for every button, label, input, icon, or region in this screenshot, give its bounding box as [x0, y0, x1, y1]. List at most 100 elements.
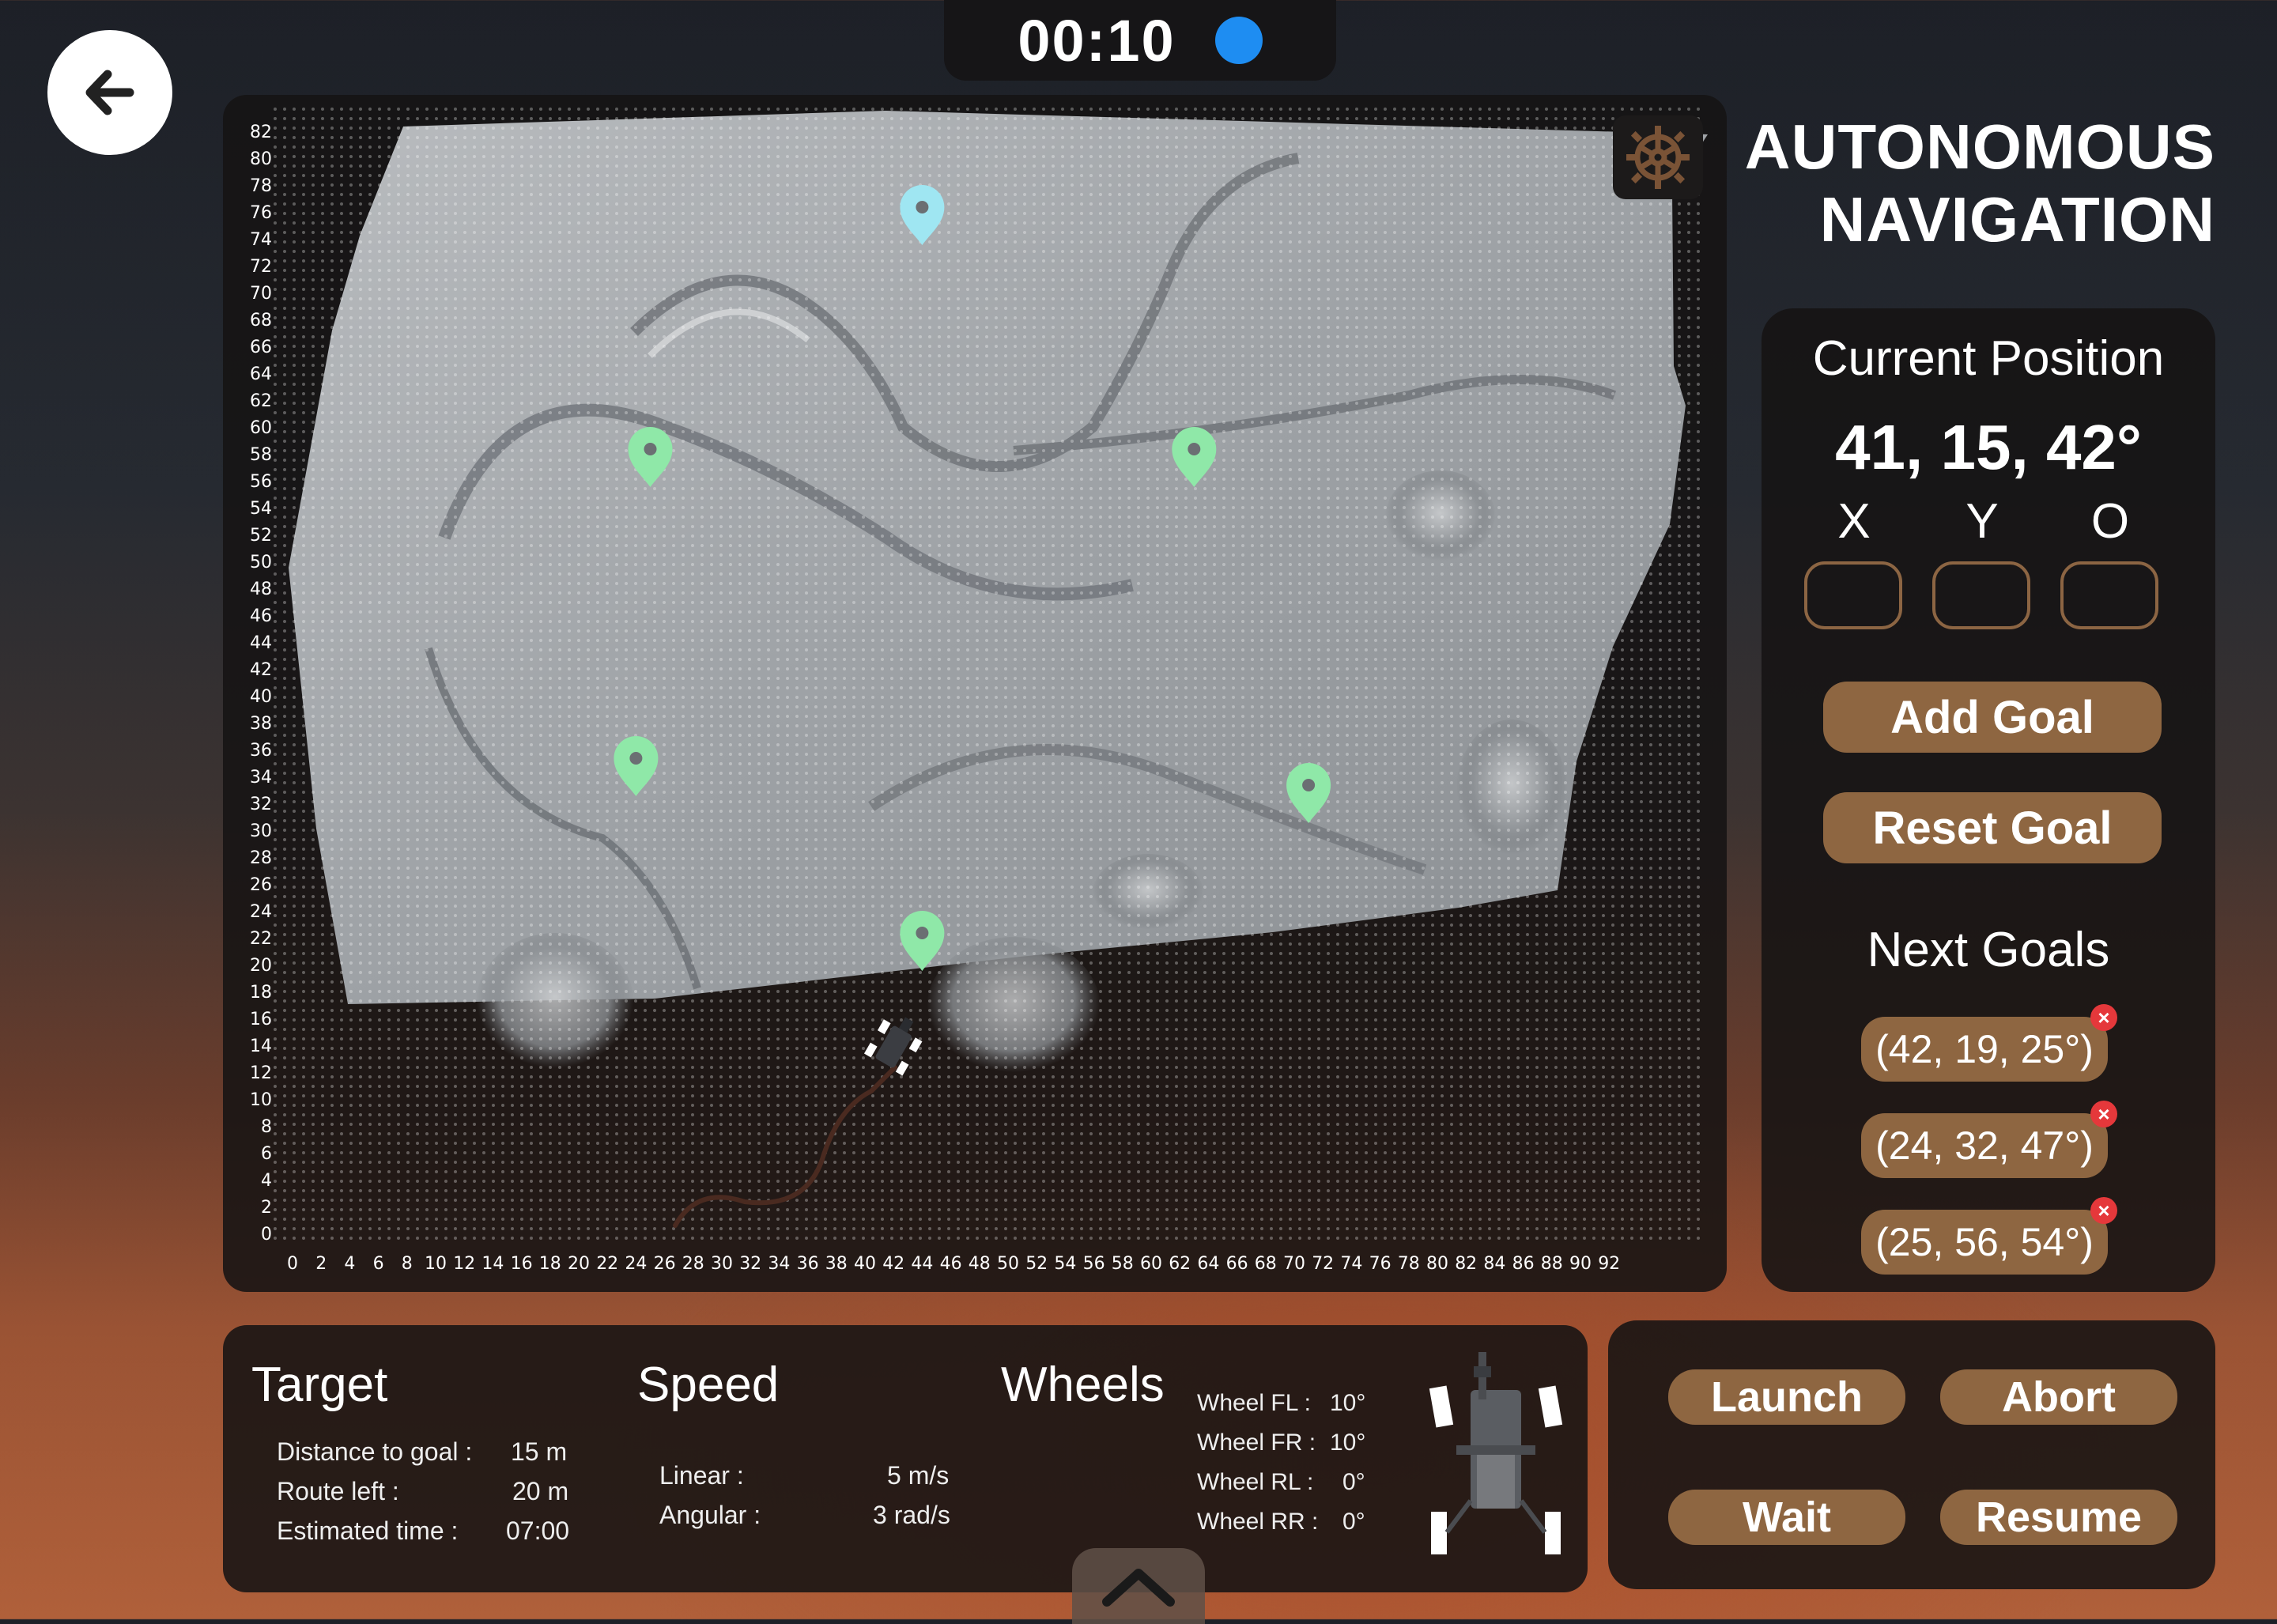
- page-title: AUTONOMOUS NAVIGATION: [1725, 111, 2215, 256]
- y-tick-label: 26: [250, 875, 272, 895]
- arrow-left-icon: [85, 70, 134, 115]
- axis-y-label: Y: [1965, 494, 1999, 549]
- settings-button[interactable]: [1613, 115, 1703, 199]
- route-label: Route left :: [277, 1477, 399, 1505]
- remove-goal-icon[interactable]: ×: [2090, 1004, 2117, 1031]
- x-tick-label: 48: [968, 1254, 991, 1274]
- remove-goal-icon[interactable]: ×: [2090, 1197, 2117, 1224]
- wheel-rl-value: 0°: [1342, 1469, 1365, 1495]
- rover-diagram-icon: [1429, 1352, 1563, 1554]
- x-tick-label: 18: [538, 1254, 561, 1274]
- wheel-fl-value: 10°: [1330, 1390, 1366, 1416]
- x-tick-label: 40: [854, 1254, 876, 1274]
- x-tick-label: 32: [739, 1254, 762, 1274]
- target-heading: Target: [251, 1358, 388, 1412]
- gear-icon: [1626, 126, 1690, 189]
- distance-value: 15 m: [511, 1437, 568, 1466]
- y-tick-label: 54: [250, 499, 272, 519]
- status-dot-icon: [1214, 17, 1263, 64]
- y-tick-label: 68: [250, 311, 272, 330]
- y-tick-label: 78: [250, 176, 272, 196]
- x-tick-label: 78: [1397, 1254, 1420, 1274]
- x-tick-label: 42: [882, 1254, 905, 1274]
- position-panel: Current Position 41, 15, 42° X Y O Add G…: [1762, 308, 2215, 1292]
- next-goal-chip[interactable]: (24, 32, 47°) ×: [1861, 1101, 2117, 1178]
- current-position-value: 41, 15, 42°: [1835, 412, 2142, 482]
- back-button[interactable]: [47, 30, 172, 155]
- x-tick-label: 60: [1140, 1254, 1162, 1274]
- chevron-up-icon: [1102, 1569, 1175, 1607]
- y-tick-label: 66: [250, 338, 272, 357]
- launch-button[interactable]: Launch: [1668, 1369, 1905, 1425]
- angular-value: 3 rad/s: [873, 1501, 950, 1529]
- y-tick-label: 32: [250, 795, 272, 814]
- y-tick-label: 74: [250, 230, 272, 250]
- y-tick-label: 80: [250, 149, 272, 169]
- x-tick-label: 84: [1483, 1254, 1506, 1274]
- y-tick-label: 76: [250, 203, 272, 223]
- control-panel: Launch Abort Wait Resume: [1608, 1320, 2215, 1589]
- x-tick-label: 64: [1197, 1254, 1220, 1274]
- terrain-map[interactable]: [223, 95, 1727, 1292]
- grid-overlay: [270, 103, 1705, 1241]
- mission-timer: 00:10: [944, 0, 1336, 81]
- y-tick-label: 50: [250, 553, 272, 572]
- y-tick-label: 46: [250, 606, 272, 626]
- x-tick-label: 46: [939, 1254, 962, 1274]
- next-goal-chip[interactable]: (25, 56, 54°) ×: [1861, 1197, 2117, 1275]
- x-tick-label: 58: [1111, 1254, 1134, 1274]
- add-goal-button[interactable]: Add Goal: [1823, 682, 2162, 753]
- distance-label: Distance to goal :: [277, 1437, 473, 1466]
- wheel-rr-value: 0°: [1342, 1509, 1365, 1535]
- linear-label: Linear :: [659, 1461, 744, 1490]
- x-tick-label: 4: [344, 1254, 356, 1274]
- wait-button[interactable]: Wait: [1668, 1490, 1905, 1545]
- x-input[interactable]: [1804, 561, 1902, 629]
- x-tick-label: 74: [1340, 1254, 1363, 1274]
- next-goal-chip[interactable]: (42, 19, 25°) ×: [1861, 1004, 2117, 1082]
- y-tick-label: 24: [250, 902, 272, 922]
- y-tick-label: 64: [250, 364, 272, 384]
- reset-goal-button[interactable]: Reset Goal: [1823, 792, 2162, 863]
- y-tick-label: 48: [250, 580, 272, 599]
- x-tick-label: 56: [1082, 1254, 1105, 1274]
- y-tick-label: 82: [250, 123, 272, 142]
- wheels-heading: Wheels: [1001, 1358, 1165, 1412]
- route-value: 20 m: [512, 1477, 569, 1505]
- angular-label: Angular :: [659, 1501, 761, 1529]
- y-tick-label: 16: [250, 1010, 272, 1029]
- y-input[interactable]: [1932, 561, 2030, 629]
- collapse-panel-button[interactable]: [1072, 1548, 1205, 1624]
- x-tick-label: 72: [1312, 1254, 1335, 1274]
- y-tick-label: 2: [261, 1198, 272, 1218]
- x-tick-label: 86: [1512, 1254, 1535, 1274]
- resume-button[interactable]: Resume: [1940, 1490, 2177, 1545]
- y-tick-label: 12: [250, 1063, 272, 1083]
- y-tick-label: 42: [250, 660, 272, 680]
- x-tick-label: 16: [510, 1254, 533, 1274]
- time-value: 07:00: [506, 1516, 570, 1545]
- x-tick-label: 54: [1054, 1254, 1077, 1274]
- y-tick-label: 30: [250, 821, 272, 841]
- y-tick-label: 70: [250, 284, 272, 304]
- map-panel[interactable]: 82 80 78 76 74 72 70 68 66 64 62 60 58 56 54 52 50 48 46 44…: [223, 95, 1727, 1292]
- x-tick-label: 92: [1598, 1254, 1621, 1274]
- o-input[interactable]: [2060, 561, 2158, 629]
- x-tick-label: 14: [481, 1254, 504, 1274]
- abort-button[interactable]: Abort: [1940, 1369, 2177, 1425]
- x-tick-label: 38: [825, 1254, 848, 1274]
- y-tick-label: 58: [250, 445, 272, 465]
- x-tick-label: 44: [911, 1254, 934, 1274]
- remove-goal-icon[interactable]: ×: [2090, 1101, 2117, 1127]
- wheel-fr-value: 10°: [1330, 1429, 1366, 1456]
- time-label: Estimated time :: [277, 1516, 459, 1545]
- x-tick-label: 90: [1569, 1254, 1592, 1274]
- linear-value: 5 m/s: [887, 1461, 950, 1490]
- next-goal-text: (42, 19, 25°): [1875, 1027, 2094, 1071]
- y-tick-label: 20: [250, 956, 272, 976]
- x-tick-label: 10: [425, 1254, 447, 1274]
- y-tick-label: 0: [261, 1225, 272, 1244]
- telemetry-panel: Target Distance to goal : 15 m Route lef…: [223, 1325, 1588, 1592]
- timer-text: 00:10: [1018, 7, 1176, 74]
- x-tick-label: 76: [1369, 1254, 1392, 1274]
